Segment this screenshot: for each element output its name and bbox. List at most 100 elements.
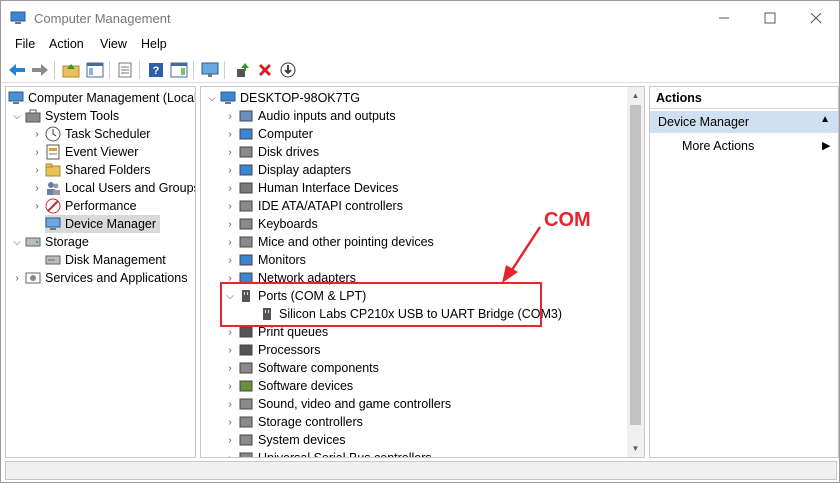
device-tree-label: Mice and other pointing devices xyxy=(258,235,434,249)
minimize-button[interactable] xyxy=(701,1,747,35)
device-category-icon xyxy=(239,362,253,374)
chevron-right-icon[interactable]: › xyxy=(225,161,235,179)
menu-view[interactable]: View xyxy=(100,37,127,51)
scan-hardware-button[interactable] xyxy=(200,60,220,80)
up-one-level-button[interactable] xyxy=(61,60,81,80)
close-button[interactable] xyxy=(793,1,839,35)
device-category[interactable]: › Disk drives xyxy=(225,143,319,161)
tree-item-local-users[interactable]: › Local Users and Groups xyxy=(32,179,196,197)
tree-item-label: Local Users and Groups xyxy=(65,181,196,195)
device-category[interactable]: › System devices xyxy=(225,431,345,449)
forward-button[interactable] xyxy=(30,60,50,80)
chevron-right-icon[interactable]: › xyxy=(225,413,235,431)
device-tree-label: Software devices xyxy=(258,379,354,393)
scroll-up-icon[interactable]: ▲ xyxy=(627,87,644,104)
device-tree-label: Display adapters xyxy=(258,163,352,177)
tree-item-event-viewer[interactable]: › Event Viewer xyxy=(32,143,138,161)
chevron-right-icon[interactable]: › xyxy=(225,359,235,377)
console-tree-icon xyxy=(86,62,104,78)
tree-item-label: Storage xyxy=(45,235,89,249)
tree-item-task-scheduler[interactable]: › Task Scheduler xyxy=(32,125,150,143)
device-tree-label: Human Interface Devices xyxy=(258,181,399,195)
actions-group-device-manager[interactable]: Device Manager ▲ xyxy=(650,111,838,133)
chevron-right-icon[interactable]: › xyxy=(225,251,235,269)
tree-item-device-manager[interactable]: Device Manager xyxy=(45,215,161,233)
back-button[interactable] xyxy=(7,60,27,80)
chevron-right-icon[interactable]: › xyxy=(32,179,42,197)
tree-item-performance[interactable]: › Performance xyxy=(32,197,137,215)
chevron-right-icon[interactable]: › xyxy=(32,197,42,215)
chevron-right-icon[interactable]: › xyxy=(32,161,42,179)
chevron-right-icon[interactable]: › xyxy=(225,179,235,197)
more-actions-item[interactable]: More Actions xyxy=(682,139,754,153)
chevron-right-icon[interactable]: › xyxy=(225,395,235,413)
device-category[interactable]: › Universal Serial Bus controllers xyxy=(225,449,432,458)
menu-help[interactable]: Help xyxy=(141,37,167,51)
device-category[interactable]: › Mice and other pointing devices xyxy=(225,233,434,251)
chevron-right-icon[interactable]: › xyxy=(225,431,235,449)
device-tree-pane: ⌵ DESKTOP-98OK7TG › Audio inputs and output… xyxy=(200,86,645,458)
device-category[interactable]: › Monitors xyxy=(225,251,306,269)
device-tree-root[interactable]: ⌵ DESKTOP-98OK7TG xyxy=(207,89,360,107)
folder-up-icon xyxy=(62,64,80,78)
menu-action[interactable]: Action xyxy=(49,37,84,51)
actions-group-label: Device Manager xyxy=(658,115,750,129)
chevron-right-icon[interactable]: › xyxy=(225,125,235,143)
device-category[interactable]: › Processors xyxy=(225,341,320,359)
device-category[interactable]: › Audio inputs and outputs xyxy=(225,107,395,125)
menu-file[interactable]: File xyxy=(15,37,35,51)
show-hide-tree-button[interactable] xyxy=(85,60,105,80)
vertical-scrollbar[interactable]: ▲ ▼ xyxy=(627,87,644,457)
maximize-button[interactable] xyxy=(747,1,793,35)
tree-item-services[interactable]: › Services and Applications xyxy=(12,269,187,287)
tree-item-shared-folders[interactable]: › Shared Folders xyxy=(32,161,150,179)
uninstall-device-button[interactable] xyxy=(255,60,275,80)
scroll-thumb[interactable] xyxy=(630,105,641,425)
close-icon xyxy=(810,12,822,24)
toolbar-separator xyxy=(109,61,110,79)
title-bar: Computer Management xyxy=(1,1,839,35)
help-button[interactable]: ? xyxy=(146,60,166,80)
device-tree-label: IDE ATA/ATAPI controllers xyxy=(258,199,403,213)
device-category[interactable]: › Keyboards xyxy=(225,215,317,233)
tree-item-label: Performance xyxy=(65,199,137,213)
chevron-down-icon[interactable]: ⌵ xyxy=(207,89,217,107)
tree-item-root[interactable]: Computer Management (Local xyxy=(8,89,195,107)
chevron-down-icon[interactable]: ⌵ xyxy=(12,233,22,251)
menu-bar: File Action View Help xyxy=(1,35,839,55)
device-tree-label: Software components xyxy=(258,361,379,375)
chevron-right-icon[interactable]: › xyxy=(32,125,42,143)
chevron-right-icon[interactable]: › xyxy=(32,143,42,161)
chevron-right-icon[interactable]: › xyxy=(225,449,235,458)
device-category[interactable]: › Software devices xyxy=(225,377,353,395)
device-category[interactable]: › Computer xyxy=(225,125,313,143)
chevron-right-icon[interactable]: › xyxy=(225,233,235,251)
tree-item-disk-management[interactable]: Disk Management xyxy=(45,251,166,269)
toolbox-icon xyxy=(25,109,41,123)
chevron-right-icon[interactable]: › xyxy=(225,341,235,359)
tree-item-storage[interactable]: ⌵ Storage xyxy=(12,233,89,251)
device-category[interactable]: › Storage controllers xyxy=(225,413,363,431)
chevron-down-icon[interactable]: ⌵ xyxy=(12,107,22,125)
chevron-right-icon[interactable]: › xyxy=(225,377,235,395)
device-tree-label: Computer xyxy=(258,127,313,141)
chevron-right-icon[interactable]: › xyxy=(225,143,235,161)
tree-item-system-tools[interactable]: ⌵ System Tools xyxy=(12,107,119,125)
disable-device-button[interactable] xyxy=(278,60,298,80)
show-action-pane-button[interactable] xyxy=(169,60,189,80)
chevron-right-icon[interactable]: › xyxy=(225,215,235,233)
device-category[interactable]: › Sound, video and game controllers xyxy=(225,395,451,413)
update-driver-button[interactable] xyxy=(232,60,252,80)
scroll-down-icon[interactable]: ▼ xyxy=(627,440,644,457)
device-category[interactable]: › Display adapters xyxy=(225,161,351,179)
collapse-up-icon[interactable]: ▲ xyxy=(820,114,830,125)
device-category[interactable]: › Software components xyxy=(225,359,379,377)
chevron-right-icon[interactable]: › xyxy=(12,269,22,287)
chevron-right-icon[interactable]: › xyxy=(225,197,235,215)
device-tree-label: Sound, video and game controllers xyxy=(258,397,452,411)
properties-icon xyxy=(118,62,132,78)
device-category[interactable]: › IDE ATA/ATAPI controllers xyxy=(225,197,403,215)
properties-button[interactable] xyxy=(115,60,135,80)
chevron-right-icon[interactable]: › xyxy=(225,107,235,125)
device-category[interactable]: › Human Interface Devices xyxy=(225,179,398,197)
